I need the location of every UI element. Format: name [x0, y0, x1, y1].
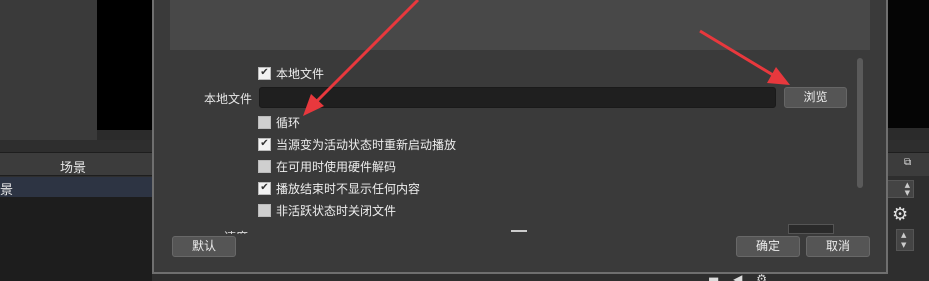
chevron-up-icon[interactable]: ▲: [901, 231, 906, 239]
defaults-button[interactable]: 默认: [172, 236, 236, 257]
chevron-down-icon[interactable]: ▼: [901, 241, 906, 249]
loop-checkbox-row[interactable]: ✔ 循环: [258, 114, 300, 130]
restart-playback-checkbox[interactable]: ✔: [258, 137, 271, 151]
restart-playback-label: 当源变为活动状态时重新启动播放: [276, 137, 457, 152]
volume-meter-icon: ▬: [708, 272, 720, 281]
close-when-inactive-checkbox-row[interactable]: ✔ 非活跃状态时关闭文件: [258, 202, 396, 218]
local-file-checkbox-row[interactable]: ✔ 本地文件: [258, 65, 324, 81]
chevron-down-icon[interactable]: ▼: [905, 189, 910, 197]
close-when-inactive-label: 非活跃状态时关闭文件: [276, 203, 397, 218]
undock-icon[interactable]: ⧉: [904, 157, 911, 168]
source-preview: [170, 0, 870, 50]
chevron-up-icon[interactable]: ▲: [905, 181, 910, 189]
scenes-dock-header: 场景: [0, 152, 152, 176]
preview-area: [97, 0, 157, 130]
properties-scrollbar[interactable]: [857, 58, 863, 188]
scenes-dock-title: 场景: [60, 161, 87, 176]
local-file-label: 本地文件: [204, 92, 253, 106]
cancel-button[interactable]: 取消: [806, 236, 870, 257]
local-file-checkbox[interactable]: ✔: [258, 66, 271, 80]
hardware-decoding-checkbox[interactable]: ✔: [258, 159, 271, 173]
hide-on-end-checkbox[interactable]: ✔: [258, 181, 271, 195]
restart-playback-checkbox-row[interactable]: ✔ 当源变为活动状态时重新启动播放: [258, 136, 456, 152]
close-when-inactive-checkbox[interactable]: ✔: [258, 203, 271, 217]
volume-icon[interactable]: ◀: [733, 272, 742, 281]
media-source-properties-dialog: ✔ 本地文件 本地文件 浏览 ✔ 循环 ✔ 当源变为活动状态时重新启动播放 ✔ …: [152, 0, 888, 274]
right-dock-spinner-2[interactable]: ▲ ▼: [896, 229, 914, 251]
local-file-checkbox-label: 本地文件: [276, 66, 325, 81]
speed-label: 速度: [224, 228, 248, 234]
scene-list: [0, 197, 152, 281]
scene-item-label: 景: [0, 183, 14, 198]
loop-checkbox[interactable]: ✔: [258, 115, 271, 129]
right-dock-spinner[interactable]: ▲ ▼: [886, 180, 914, 198]
hardware-decoding-checkbox-row[interactable]: ✔ 在可用时使用硬件解码: [258, 158, 396, 174]
local-file-path-input[interactable]: [259, 87, 776, 108]
speed-slider-handle[interactable]: [511, 230, 527, 232]
gear-icon[interactable]: ⚙: [756, 272, 767, 281]
loop-label: 循环: [276, 115, 301, 130]
hardware-decoding-label: 在可用时使用硬件解码: [276, 159, 397, 174]
speed-spinbox[interactable]: [788, 224, 834, 234]
browse-button[interactable]: 浏览: [784, 87, 847, 108]
hide-on-end-checkbox-row[interactable]: ✔ 播放结束时不显示任何内容: [258, 180, 420, 196]
mixer-icons: ▬ ◀ ⚙: [708, 272, 768, 281]
scene-list-item[interactable]: 景: [0, 177, 152, 198]
gear-icon[interactable]: ⚙: [892, 204, 908, 225]
ok-button[interactable]: 确定: [736, 236, 800, 257]
left-panel-top: [0, 0, 97, 140]
hide-on-end-label: 播放结束时不显示任何内容: [276, 181, 421, 196]
right-dock-header: ⧉: [886, 152, 929, 176]
preview-area-right: [886, 0, 929, 128]
